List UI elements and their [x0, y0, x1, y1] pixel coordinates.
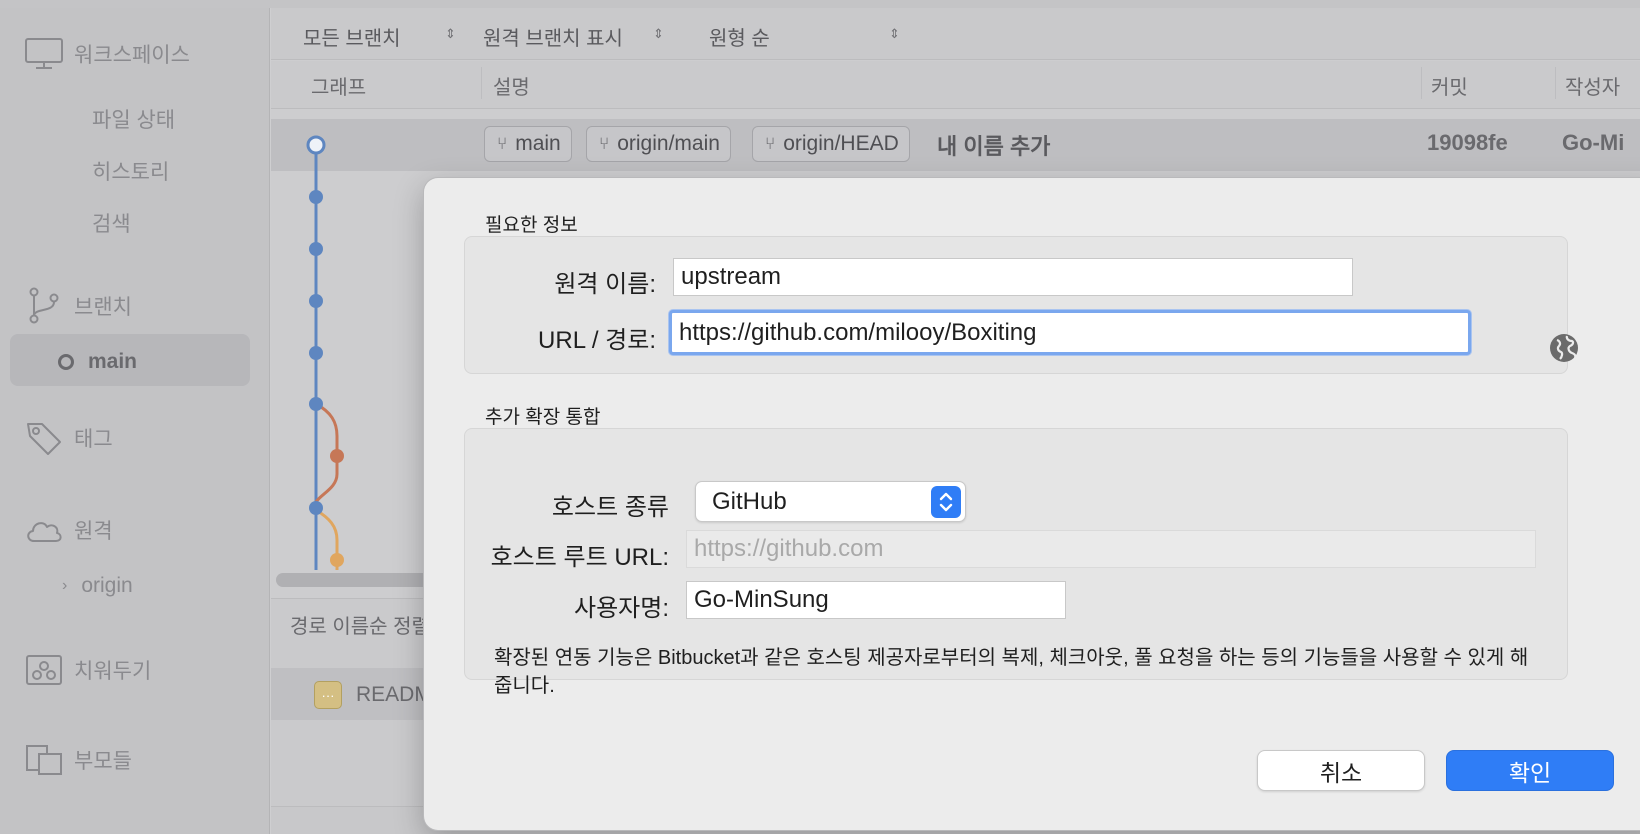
branch-icon: ⑂ — [497, 134, 508, 153]
column-divider — [1555, 67, 1556, 99]
extension-section-title: 추가 확장 통합 — [485, 407, 601, 428]
add-remote-dialog: 필요한 정보 원격 이름: URL / 경로: 추가 확장 통합 호스트 종류 … — [424, 178, 1640, 830]
remote-branches-label: 원격 브랜치 표시 — [483, 28, 623, 50]
sidebar-branch-main-label: main — [88, 350, 138, 373]
order-select[interactable]: 원형 순 ⇕ — [709, 22, 900, 51]
updown-arrows-icon: ⇕ — [445, 26, 456, 41]
ok-button[interactable]: 확인 — [1446, 750, 1614, 791]
sidebar-item-file-status[interactable]: 파일 상태 — [92, 104, 175, 134]
chevron-right-icon[interactable]: › — [62, 577, 67, 595]
commit-node[interactable] — [330, 553, 344, 567]
commit-author: Go-Mi — [1562, 130, 1625, 155]
sidebar-item-stashes[interactable]: 치워두기 — [24, 652, 151, 688]
sidebar-origin-label: origin — [81, 574, 133, 597]
commit-node[interactable] — [330, 449, 344, 463]
sidebar-workspace-label: 워크스페이스 — [74, 44, 190, 67]
host-root-url-label: 호스트 루트 URL: — [490, 544, 669, 571]
current-branch-icon — [58, 354, 74, 370]
column-divider — [1421, 67, 1422, 99]
remote-branches-select[interactable]: 원격 브랜치 표시 ⇕ — [483, 22, 664, 51]
host-root-url-input[interactable] — [686, 530, 1536, 568]
host-type-select[interactable]: GitHub — [695, 481, 966, 522]
order-label: 원형 순 — [709, 28, 770, 50]
ref-badge-origin-main: ⑂ origin/main — [586, 126, 731, 162]
remote-name-input[interactable] — [673, 258, 1353, 296]
column-header: 그래프 설명 커밋 작성자 — [271, 61, 1640, 109]
url-path-input[interactable] — [669, 310, 1471, 355]
branch-icon: ⑂ — [599, 134, 610, 153]
username-label: 사용자명: — [574, 595, 669, 622]
window-top-strip — [0, 0, 1640, 8]
updown-arrows-icon: ⇕ — [653, 26, 664, 41]
sidebar-item-workspace[interactable]: 워크스페이스 — [24, 36, 190, 72]
sidebar-remotes-label: 원격 — [74, 520, 113, 543]
sidebar-parents-label: 부모들 — [74, 750, 132, 773]
extension-description: 확장된 연동 기능은 Bitbucket과 같은 호스팅 제공자로부터의 복제,… — [494, 647, 1529, 697]
sidebar-branches-label: 브랜치 — [74, 296, 132, 319]
commit-node[interactable] — [309, 346, 323, 360]
file-name: READM — [356, 683, 432, 706]
branch-filter-label: 모든 브랜치 — [303, 28, 401, 50]
horizontal-scrollbar[interactable] — [276, 573, 446, 587]
commit-node[interactable] — [309, 397, 323, 411]
sidebar-item-remotes[interactable]: 원격 — [24, 512, 113, 548]
file-modified-icon: ··· — [314, 681, 342, 709]
sidebar-item-branches[interactable]: 브랜치 — [24, 287, 132, 324]
remote-name-label: 원격 이름: — [554, 271, 656, 298]
sidebar-stashes-label: 치워두기 — [74, 660, 152, 683]
sidebar-tags-label: 태그 — [74, 428, 113, 451]
column-description[interactable]: 설명 — [493, 71, 530, 100]
branch-icon: ⑂ — [765, 134, 776, 153]
commit-node[interactable] — [309, 190, 323, 204]
branch-icon — [24, 287, 64, 324]
stash-icon — [24, 652, 64, 688]
history-toolbar: 모든 브랜치 ⇕ 원격 브랜치 표시 ⇕ 원형 순 ⇕ — [271, 8, 1640, 60]
username-input[interactable] — [686, 581, 1066, 619]
sidebar-item-history[interactable]: 히스토리 — [92, 156, 169, 186]
commit-hash: 19098fe — [1427, 130, 1508, 155]
host-type-label: 호스트 종류 — [551, 494, 669, 521]
url-path-label: URL / 경로: — [538, 327, 656, 354]
column-divider — [481, 67, 482, 99]
commit-graph — [306, 135, 344, 570]
sidebar-item-tags[interactable]: 태그 — [24, 420, 113, 456]
column-author[interactable]: 작성자 — [1565, 71, 1620, 100]
column-commit[interactable]: 커밋 — [1431, 71, 1468, 100]
branch-filter-select[interactable]: 모든 브랜치 ⇕ — [303, 22, 456, 51]
folders-icon — [24, 742, 64, 778]
sidebar-item-origin[interactable]: › origin — [62, 574, 133, 598]
commit-node[interactable] — [309, 294, 323, 308]
sidebar-item-parents[interactable]: 부모들 — [24, 742, 132, 778]
ref-badge-origin-head: ⑂ origin/HEAD — [752, 126, 910, 162]
cancel-button[interactable]: 취소 — [1257, 750, 1425, 791]
updown-chevron-icon — [931, 486, 961, 518]
commit-node-head[interactable] — [306, 135, 326, 155]
ref-label: main — [515, 132, 561, 155]
required-info-title: 필요한 정보 — [485, 215, 578, 236]
updown-arrows-icon: ⇕ — [889, 26, 900, 41]
ref-badge-main: ⑂ main — [484, 126, 572, 162]
commit-node[interactable] — [309, 242, 323, 256]
ref-label: origin/HEAD — [783, 132, 899, 155]
globe-icon[interactable] — [1548, 332, 1580, 364]
sort-order-label[interactable]: 경로 이름순 정렬 — [290, 610, 430, 639]
tag-icon — [24, 420, 64, 456]
sidebar-item-search[interactable]: 검색 — [92, 208, 131, 238]
host-type-value: GitHub — [712, 488, 787, 515]
column-graph[interactable]: 그래프 — [311, 71, 366, 100]
monitor-icon — [24, 36, 64, 72]
sidebar-item-branch-main[interactable]: main — [58, 350, 137, 374]
ref-label: origin/main — [617, 132, 720, 155]
cloud-icon — [24, 512, 64, 548]
commit-message: 내 이름 추가 — [937, 134, 1051, 159]
commit-node[interactable] — [309, 501, 323, 515]
